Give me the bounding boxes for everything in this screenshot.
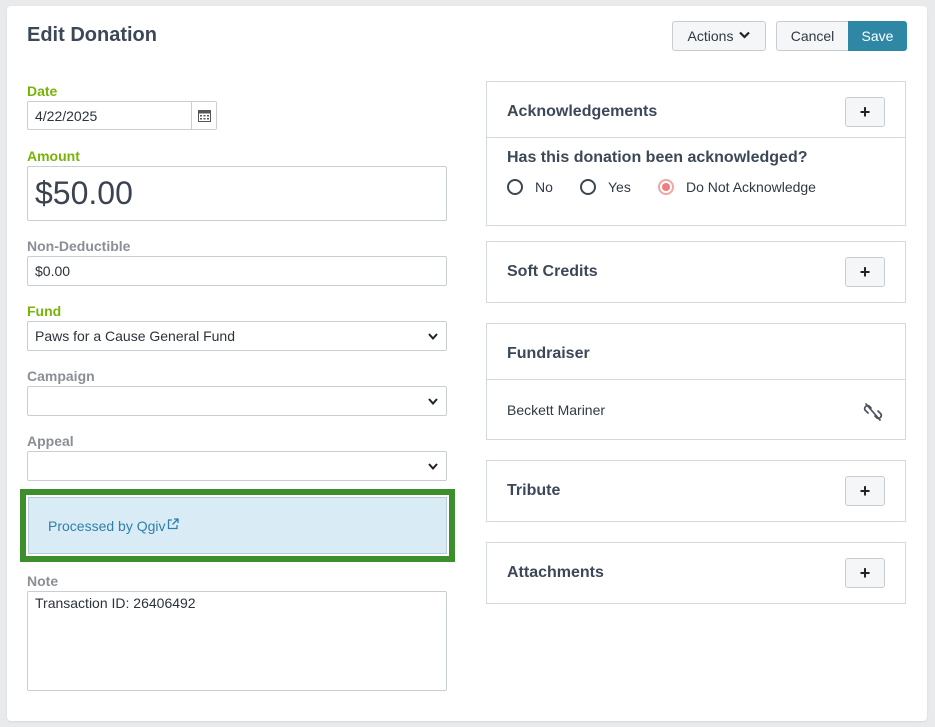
chevron-down-icon bbox=[739, 31, 751, 42]
radio-no-label: No bbox=[535, 179, 553, 195]
tribute-panel: Tribute + bbox=[486, 460, 906, 522]
attachments-title: Attachments bbox=[507, 564, 604, 581]
fundraiser-name: Beckett Mariner bbox=[507, 402, 606, 418]
fund-label: Fund bbox=[27, 303, 62, 319]
plus-icon: + bbox=[859, 101, 871, 122]
plus-icon: + bbox=[859, 480, 871, 501]
cancel-button[interactable]: Cancel bbox=[776, 21, 849, 51]
radio-yes-label: Yes bbox=[608, 179, 631, 195]
add-tribute-button[interactable]: + bbox=[845, 476, 885, 506]
radio-do-not-acknowledge-label: Do Not Acknowledge bbox=[686, 179, 816, 195]
attachments-panel: Attachments + bbox=[486, 542, 906, 604]
plus-icon: + bbox=[859, 562, 871, 583]
non-deductible-label: Non-Deductible bbox=[27, 238, 131, 254]
radio-no[interactable]: No bbox=[507, 179, 553, 195]
page-title: Edit Donation bbox=[27, 24, 157, 46]
appeal-label: Appeal bbox=[27, 433, 74, 449]
radio-circle-selected bbox=[658, 179, 674, 195]
actions-button[interactable]: Actions bbox=[672, 21, 766, 51]
acknowledgements-title: Acknowledgements bbox=[507, 103, 658, 120]
add-attachment-button[interactable]: + bbox=[845, 558, 885, 588]
save-button[interactable]: Save bbox=[848, 21, 907, 51]
note-label: Note bbox=[27, 573, 59, 589]
radio-yes[interactable]: Yes bbox=[580, 179, 631, 195]
calendar-icon[interactable] bbox=[191, 101, 217, 130]
radio-do-not-acknowledge[interactable]: Do Not Acknowledge bbox=[658, 179, 816, 195]
unlink-icon[interactable] bbox=[863, 403, 883, 426]
add-acknowledgement-button[interactable]: + bbox=[845, 97, 885, 127]
note-field[interactable]: Transaction ID: 26406492 bbox=[27, 591, 447, 691]
radio-circle bbox=[507, 179, 523, 195]
date-field[interactable]: 4/22/2025 bbox=[27, 101, 193, 130]
chevron-down-icon bbox=[428, 394, 438, 408]
processed-text: Processed by Qgiv bbox=[48, 517, 166, 534]
add-soft-credit-button[interactable]: + bbox=[845, 257, 885, 287]
amount-field[interactable]: $50.00 bbox=[27, 166, 447, 221]
acknowledgement-question: Has this donation been acknowledged? bbox=[507, 149, 808, 166]
fundraiser-panel: Fundraiser Beckett Mariner bbox=[486, 323, 906, 440]
radio-circle bbox=[580, 179, 596, 195]
fund-selected-value: Paws for a Cause General Fund bbox=[35, 328, 235, 344]
non-deductible-field[interactable]: $0.00 bbox=[27, 256, 447, 286]
divider bbox=[487, 379, 905, 380]
acknowledgements-panel: Acknowledgements + Has this donation bee… bbox=[486, 81, 906, 226]
tribute-title: Tribute bbox=[507, 482, 561, 499]
amount-label: Amount bbox=[27, 148, 80, 164]
campaign-label: Campaign bbox=[27, 368, 95, 384]
processed-by-link[interactable]: Processed by Qgiv bbox=[28, 497, 447, 554]
appeal-select[interactable] bbox=[27, 451, 447, 481]
campaign-select[interactable] bbox=[27, 386, 447, 416]
fund-select[interactable]: Paws for a Cause General Fund bbox=[27, 321, 447, 351]
soft-credits-panel: Soft Credits + bbox=[486, 241, 906, 303]
soft-credits-title: Soft Credits bbox=[507, 263, 598, 280]
actions-label: Actions bbox=[687, 28, 734, 44]
chevron-down-icon bbox=[428, 459, 438, 473]
date-label: Date bbox=[27, 83, 58, 99]
fundraiser-title: Fundraiser bbox=[507, 345, 590, 362]
plus-icon: + bbox=[859, 261, 871, 282]
external-link-icon bbox=[167, 518, 179, 533]
divider bbox=[487, 137, 905, 138]
chevron-down-icon bbox=[428, 329, 438, 343]
